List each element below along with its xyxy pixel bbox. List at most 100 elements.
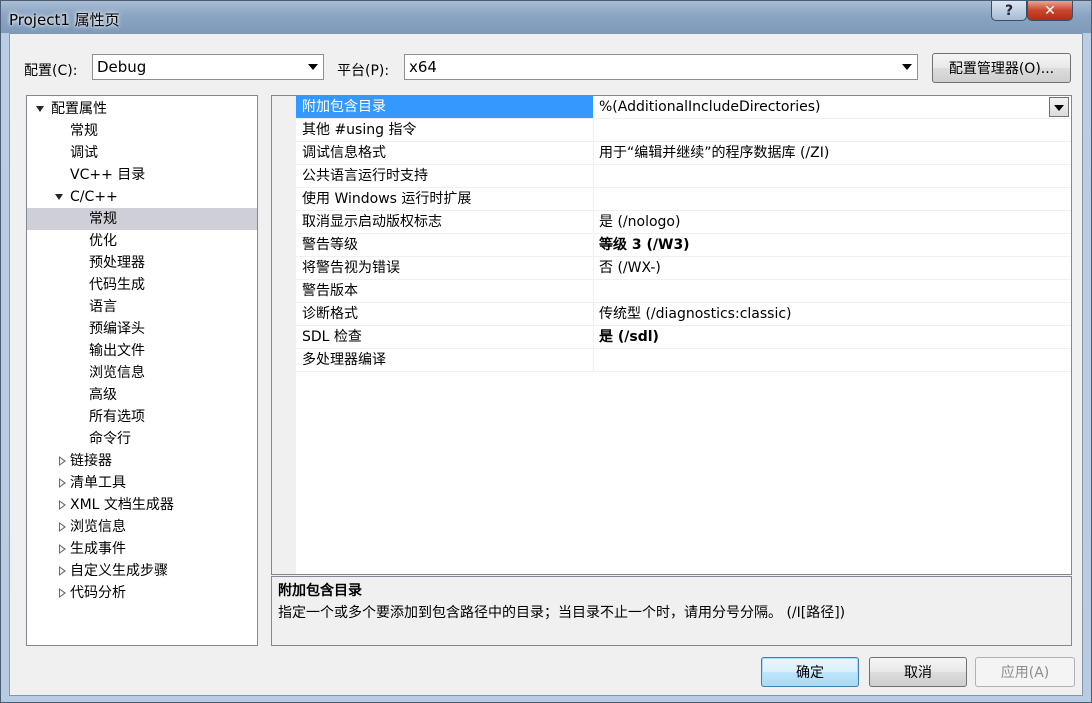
tree-item-label: 代码生成 <box>89 277 145 293</box>
chevron-down-icon <box>902 64 912 70</box>
expanded-triangle-icon[interactable] <box>36 106 44 112</box>
property-row[interactable]: 警告等级 等级 3 (/W3) <box>296 234 1071 257</box>
property-value[interactable] <box>595 349 1071 371</box>
property-row[interactable]: 将警告视为错误否 (/WX-) <box>296 257 1071 280</box>
tree-item[interactable]: 语言 <box>27 296 257 318</box>
tree-item-label: XML 文档生成器 <box>70 497 174 513</box>
property-name: 其他 #using 指令 <box>296 119 594 141</box>
property-value[interactable] <box>595 119 1071 141</box>
property-value[interactable]: 是 (/sdl) <box>595 326 1071 348</box>
tree-item[interactable]: 浏览信息 <box>27 362 257 384</box>
collapsed-triangle-icon[interactable] <box>59 456 66 466</box>
window-title: Project1 属性页 <box>9 11 120 29</box>
help-button[interactable]: ? <box>991 1 1027 21</box>
property-row[interactable]: 取消显示启动版权标志是 (/nologo) <box>296 211 1071 234</box>
tree-item[interactable]: 清单工具 <box>27 472 257 494</box>
property-name: 使用 Windows 运行时扩展 <box>296 188 594 210</box>
property-row[interactable]: 其他 #using 指令 <box>296 119 1071 142</box>
ok-button[interactable]: 确定 <box>761 657 859 687</box>
property-value[interactable]: 传统型 (/diagnostics:classic) <box>595 303 1071 325</box>
tree-item[interactable]: 自定义生成步骤 <box>27 560 257 582</box>
platform-combo[interactable]: x64 <box>404 54 918 80</box>
collapsed-triangle-icon[interactable] <box>59 544 66 554</box>
title-bar[interactable]: Project1 属性页 ? ✕ <box>1 1 1091 33</box>
property-row[interactable]: 使用 Windows 运行时扩展 <box>296 188 1071 211</box>
tree-item-label: 优化 <box>89 233 117 249</box>
tree-item[interactable]: 配置属性 <box>27 98 257 120</box>
property-name: 调试信息格式 <box>296 142 594 164</box>
property-value[interactable] <box>595 280 1071 302</box>
property-row[interactable]: 公共语言运行时支持 <box>296 165 1071 188</box>
tree-item[interactable]: 常规 <box>27 120 257 142</box>
expanded-triangle-icon[interactable] <box>55 194 63 200</box>
property-dropdown-button[interactable] <box>1049 97 1069 117</box>
property-value[interactable]: 用于“编辑并继续”的程序数据库 (/ZI) <box>595 142 1071 164</box>
tree-item[interactable]: 优化 <box>27 230 257 252</box>
tree-item[interactable]: 调试 <box>27 142 257 164</box>
tree-item[interactable]: 输出文件 <box>27 340 257 362</box>
tree-item[interactable]: 链接器 <box>27 450 257 472</box>
property-row[interactable]: SDL 检查是 (/sdl) <box>296 326 1071 349</box>
property-row[interactable]: 诊断格式 传统型 (/diagnostics:classic) <box>296 303 1071 326</box>
apply-button[interactable]: 应用(A) <box>975 657 1075 687</box>
tree-item-label: 命令行 <box>89 431 131 447</box>
property-value[interactable] <box>595 165 1071 187</box>
property-grid[interactable]: 附加包含目录 %(AdditionalIncludeDirectories) 其他 … <box>271 95 1072 575</box>
property-row[interactable]: 调试信息格式 用于“编辑并继续”的程序数据库 (/ZI) <box>296 142 1071 165</box>
property-value[interactable]: %(AdditionalIncludeDirectories) <box>595 96 1071 118</box>
tree-item-label: 自定义生成步骤 <box>70 563 168 579</box>
tree-item-label: 常规 <box>89 211 117 227</box>
tree-item-label: 预编译头 <box>89 321 145 337</box>
tree-item[interactable]: VC++ 目录 <box>27 164 257 186</box>
grid-margin <box>272 96 296 574</box>
collapsed-triangle-icon[interactable] <box>59 588 66 598</box>
description-title: 附加包含目录 <box>278 583 362 599</box>
tree-item[interactable]: 代码分析 <box>27 582 257 604</box>
category-tree[interactable]: 配置属性 常规 调试 VC++ 目录 C/C++ 常规 优化 预处理器 代码生成 语言 预编译头 输出… <box>26 95 258 646</box>
collapsed-triangle-icon[interactable] <box>59 478 66 488</box>
property-value[interactable]: 等级 3 (/W3) <box>595 234 1071 256</box>
collapsed-triangle-icon[interactable] <box>59 522 66 532</box>
tree-item-label: 浏览信息 <box>70 519 126 535</box>
config-label: 配置(C): <box>24 63 78 79</box>
tree-item[interactable]: 所有选项 <box>27 406 257 428</box>
platform-combo-value: x64 <box>409 58 437 76</box>
collapsed-triangle-icon[interactable] <box>59 566 66 576</box>
tree-item-label: 配置属性 <box>51 101 107 117</box>
tree-item[interactable]: C/C++ <box>27 186 257 208</box>
tree-item-label: 调试 <box>70 145 98 161</box>
property-row[interactable]: 警告版本 <box>296 280 1071 303</box>
tree-item-label: 语言 <box>89 299 117 315</box>
tree-item[interactable]: 代码生成 <box>27 274 257 296</box>
property-row[interactable]: 附加包含目录 %(AdditionalIncludeDirectories) <box>296 96 1071 119</box>
config-manager-button[interactable]: 配置管理器(O)... <box>932 53 1071 83</box>
property-name: 警告版本 <box>296 280 594 302</box>
config-combo[interactable]: Debug <box>92 54 324 80</box>
tree-item-label: 浏览信息 <box>89 365 145 381</box>
property-value[interactable] <box>595 188 1071 210</box>
collapsed-triangle-icon[interactable] <box>59 500 66 510</box>
property-value[interactable]: 否 (/WX-) <box>595 257 1071 279</box>
cancel-button[interactable]: 取消 <box>869 657 967 687</box>
description-panel: 附加包含目录 指定一个或多个要添加到包含路径中的目录；当目录不止一个时，请用分号… <box>271 576 1072 646</box>
tree-item[interactable]: 浏览信息 <box>27 516 257 538</box>
tree-item-label: 代码分析 <box>70 585 126 601</box>
property-value[interactable]: 是 (/nologo) <box>595 211 1071 233</box>
tree-item-label: 常规 <box>70 123 98 139</box>
tree-item[interactable]: 常规 <box>27 208 257 230</box>
description-text: 指定一个或多个要添加到包含路径中的目录；当目录不止一个时，请用分号分隔。 (/I… <box>278 605 846 621</box>
tree-item[interactable]: XML 文档生成器 <box>27 494 257 516</box>
property-name: 附加包含目录 <box>296 96 594 118</box>
property-row[interactable]: 多处理器编译 <box>296 349 1071 372</box>
chevron-down-icon <box>1054 105 1064 111</box>
tree-item[interactable]: 高级 <box>27 384 257 406</box>
tree-item[interactable]: 命令行 <box>27 428 257 450</box>
property-name: 取消显示启动版权标志 <box>296 211 594 233</box>
tree-item[interactable]: 预处理器 <box>27 252 257 274</box>
tree-item-label: 所有选项 <box>89 409 145 425</box>
tree-item[interactable]: 生成事件 <box>27 538 257 560</box>
tree-item-label: 高级 <box>89 387 117 403</box>
close-button[interactable]: ✕ <box>1027 1 1073 21</box>
tree-item[interactable]: 预编译头 <box>27 318 257 340</box>
property-name: 多处理器编译 <box>296 349 594 371</box>
